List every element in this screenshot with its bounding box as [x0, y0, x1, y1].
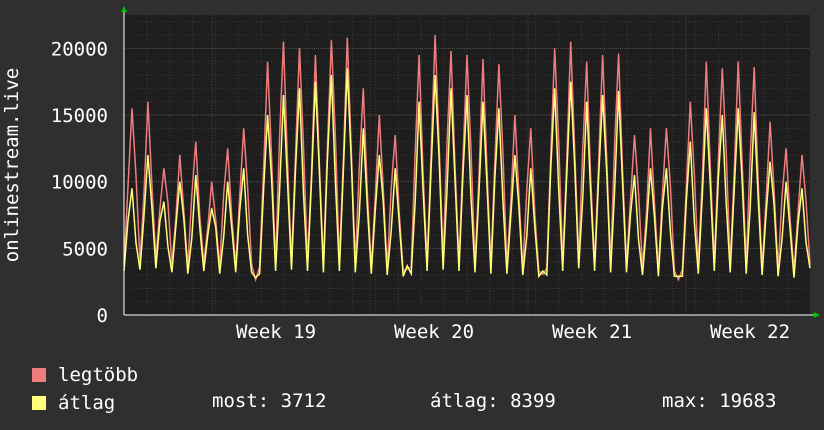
y-tick-label: 5000: [62, 238, 108, 260]
y-tick-label: 10000: [51, 172, 108, 194]
stat-atlag: átlag: 8399: [430, 390, 556, 412]
stat-most: most: 3712: [212, 390, 327, 412]
x-tick-label: Week 19: [236, 321, 316, 343]
y-axis-label: onlinestream.live: [1, 67, 23, 263]
x-tick-label: Week 20: [394, 321, 474, 343]
y-tick-label: 0: [97, 305, 108, 327]
legend-item-avg: átlag: [32, 392, 115, 414]
legend-label-avg: átlag: [58, 392, 116, 414]
stat-max: max: 19683: [662, 390, 777, 412]
legend-swatch-max: [32, 368, 46, 382]
legend-swatch-avg: [32, 396, 46, 410]
legend-label-max: legtöbb: [58, 364, 139, 386]
x-tick-label: Week 22: [710, 321, 790, 343]
legend-item-max: legtöbb: [32, 364, 138, 386]
x-axis-arrow: [814, 312, 820, 318]
y-axis-arrow: [121, 6, 127, 12]
y-tick-label: 20000: [51, 38, 108, 60]
y-tick-label: 15000: [51, 105, 108, 127]
x-tick-label: Week 21: [552, 321, 632, 343]
